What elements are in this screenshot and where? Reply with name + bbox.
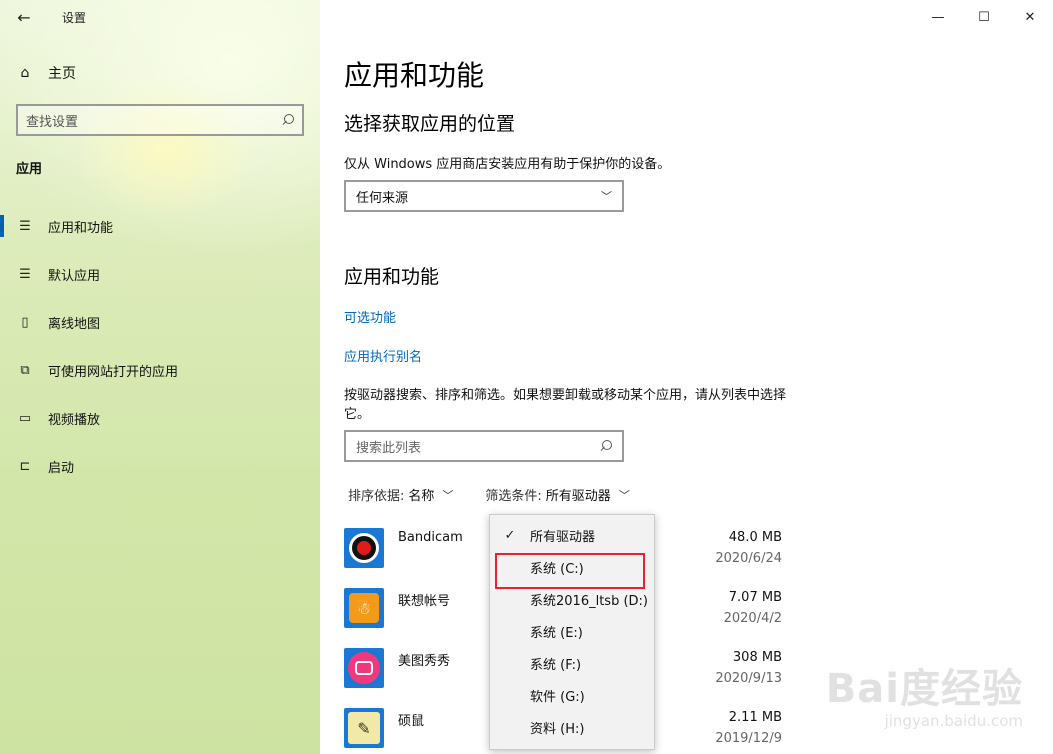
close-icon: ✕ — [1024, 9, 1036, 25]
page-title: 应用和功能 — [344, 59, 485, 92]
default-apps-icon: ☰ — [19, 266, 31, 282]
sidebar-item-label: 视频播放 — [48, 412, 101, 428]
maximize-icon: ☐ — [978, 9, 990, 25]
apps-features-icon: ☰ — [19, 218, 31, 234]
chevron-down-icon: ﹀ — [601, 190, 612, 203]
sort-value: 名称 — [408, 489, 435, 504]
sidebar-item-apps-for-websites[interactable]: ⧉ 可使用网站打开的应用 — [0, 346, 320, 394]
shuoshu-icon: ✎ — [344, 708, 384, 748]
chevron-down-icon: ﹀ — [442, 488, 454, 502]
find-setting-search-input[interactable]: 查找设置 — [16, 104, 304, 136]
sidebar-item-apps-features[interactable]: ☰ 应用和功能 — [0, 202, 320, 250]
search-placeholder: 查找设置 — [26, 114, 79, 130]
search-list-input[interactable]: 搜索此列表 — [344, 430, 624, 462]
list-description: 按驱动器搜索、排序和筛选。如果想要卸载或移动某个应用，请从列表中选择它。 — [344, 388, 787, 422]
maximize-button[interactable]: ☐ — [961, 0, 1007, 34]
dropdown-option-label: 资料 (H:) — [530, 721, 585, 737]
dropdown-option-label: 系统 (F:) — [530, 657, 582, 673]
dropdown-option-drive-e[interactable]: 系统 (E:) — [490, 615, 654, 647]
watermark-logo: Bai度经验 — [825, 666, 1023, 712]
back-arrow-icon: ← — [17, 7, 31, 27]
sidebar-item-label: 默认应用 — [48, 268, 101, 284]
app-size: 7.07 MB — [728, 590, 782, 605]
home-label: 主页 — [48, 66, 76, 82]
app-size: 2.11 MB — [728, 710, 782, 725]
app-name: 美图秀秀 — [398, 654, 451, 669]
title-bar: ← 设置 — [0, 0, 320, 34]
app-date: 2020/6/24 — [715, 551, 782, 566]
dropdown-option-all-drives[interactable]: ✓ 所有驱动器 — [490, 519, 654, 551]
filter-by-dropdown[interactable]: 筛选条件: 所有驱动器 ﹀ — [485, 485, 630, 505]
sidebar-item-default-apps[interactable]: ☰ 默认应用 — [0, 250, 320, 298]
video-playback-icon: ▭ — [18, 410, 32, 426]
dropdown-option-drive-c[interactable]: 系统 (C:) — [490, 551, 654, 589]
sidebar-item-video-playback[interactable]: ▭ 视频播放 — [0, 394, 320, 442]
offline-maps-icon: ▯ — [21, 314, 29, 330]
app-date: 2020/9/13 — [715, 671, 782, 686]
dropdown-option-drive-d[interactable]: 系统2016_ltsb (D:) — [490, 583, 654, 615]
sidebar-item-offline-maps[interactable]: ▯ 离线地图 — [0, 298, 320, 346]
app-name: 硕鼠 — [398, 714, 425, 729]
app-title: 设置 — [62, 10, 87, 25]
startup-icon: ⊏ — [19, 458, 31, 474]
meitu-icon — [344, 648, 384, 688]
drive-filter-dropdown-menu: ✓ 所有驱动器 系统 (C:) 系统2016_ltsb (D:) 系统 (E:)… — [489, 514, 655, 750]
main-content: — ☐ ✕ 应用和功能 选择获取应用的位置 仅从 Windows 应用商店安装应… — [320, 0, 1053, 754]
app-name: 联想帐号 — [398, 594, 451, 609]
dropdown-option-drive-h[interactable]: 资料 (H:) — [490, 711, 654, 743]
dropdown-option-label: 所有驱动器 — [530, 529, 596, 545]
checkmark-icon: ✓ — [504, 527, 516, 543]
dropdown-option-label: 系统 (E:) — [530, 625, 583, 641]
sidebar-item-label: 启动 — [48, 460, 75, 476]
lenovo-id-icon: ☃ — [344, 588, 384, 628]
search-list-placeholder: 搜索此列表 — [356, 440, 422, 456]
chevron-down-icon: ﹀ — [618, 488, 630, 502]
home-icon: ⌂ — [20, 65, 30, 81]
app-date: 2020/4/2 — [723, 611, 782, 626]
app-size: 308 MB — [732, 650, 782, 665]
sort-by-dropdown[interactable]: 排序依据: 名称 ﹀ — [348, 485, 454, 505]
search-icon — [282, 114, 294, 126]
search-icon — [600, 440, 612, 452]
close-button[interactable]: ✕ — [1007, 0, 1053, 34]
settings-sidebar: ← 设置 ⌂ 主页 查找设置 应用 ☰ 应用和功能 ☰ 默认应用 ▯ 离线地图 … — [0, 0, 320, 754]
apps-features-title: 应用和功能 — [344, 266, 440, 288]
sort-label: 排序依据: — [348, 489, 405, 504]
choose-location-description: 仅从 Windows 应用商店安装应用有助于保护你的设备。 — [344, 157, 671, 172]
app-name: Bandicam — [398, 530, 463, 545]
filter-label: 筛选条件: — [485, 489, 542, 504]
optional-features-link[interactable]: 可选功能 — [344, 307, 396, 326]
minimize-button[interactable]: — — [915, 0, 961, 34]
app-execution-alias-link[interactable]: 应用执行别名 — [344, 346, 422, 365]
sidebar-item-label: 应用和功能 — [48, 220, 114, 236]
bandicam-icon — [344, 528, 384, 568]
back-button[interactable]: ← — [0, 0, 48, 34]
filter-value: 所有驱动器 — [545, 489, 611, 504]
minimize-icon: — — [931, 9, 945, 25]
window-controls: — ☐ ✕ — [915, 0, 1053, 34]
dropdown-option-drive-g[interactable]: 软件 (G:) — [490, 679, 654, 711]
app-source-dropdown[interactable]: 任何来源 ﹀ — [344, 180, 624, 212]
app-size: 48.0 MB — [728, 530, 782, 545]
dropdown-option-label: 系统2016_ltsb (D:) — [530, 593, 648, 609]
home-nav-item[interactable]: ⌂ 主页 — [16, 63, 76, 83]
section-label: 应用 — [16, 162, 43, 177]
app-date: 2019/12/9 — [715, 731, 782, 746]
apps-for-websites-icon: ⧉ — [20, 362, 30, 378]
baidu-jingyan-watermark: Bai度经验 jingyan.baidu.com — [826, 656, 1023, 730]
dropdown-option-drive-f[interactable]: 系统 (F:) — [490, 647, 654, 679]
watermark-url: jingyan.baidu.com — [884, 712, 1023, 730]
sidebar-item-label: 离线地图 — [48, 316, 101, 332]
sidebar-nav: ☰ 应用和功能 ☰ 默认应用 ▯ 离线地图 ⧉ 可使用网站打开的应用 ▭ 视频播… — [0, 202, 320, 490]
dropdown-option-label: 系统 (C:) — [530, 561, 584, 577]
app-source-value: 任何来源 — [356, 190, 409, 206]
sidebar-item-label: 可使用网站打开的应用 — [48, 364, 179, 380]
sort-filter-row: 排序依据: 名称 ﹀ 筛选条件: 所有驱动器 ﹀ — [348, 485, 662, 505]
sidebar-item-startup[interactable]: ⊏ 启动 — [0, 442, 320, 490]
choose-location-title: 选择获取应用的位置 — [344, 113, 516, 135]
dropdown-option-label: 软件 (G:) — [530, 689, 585, 705]
